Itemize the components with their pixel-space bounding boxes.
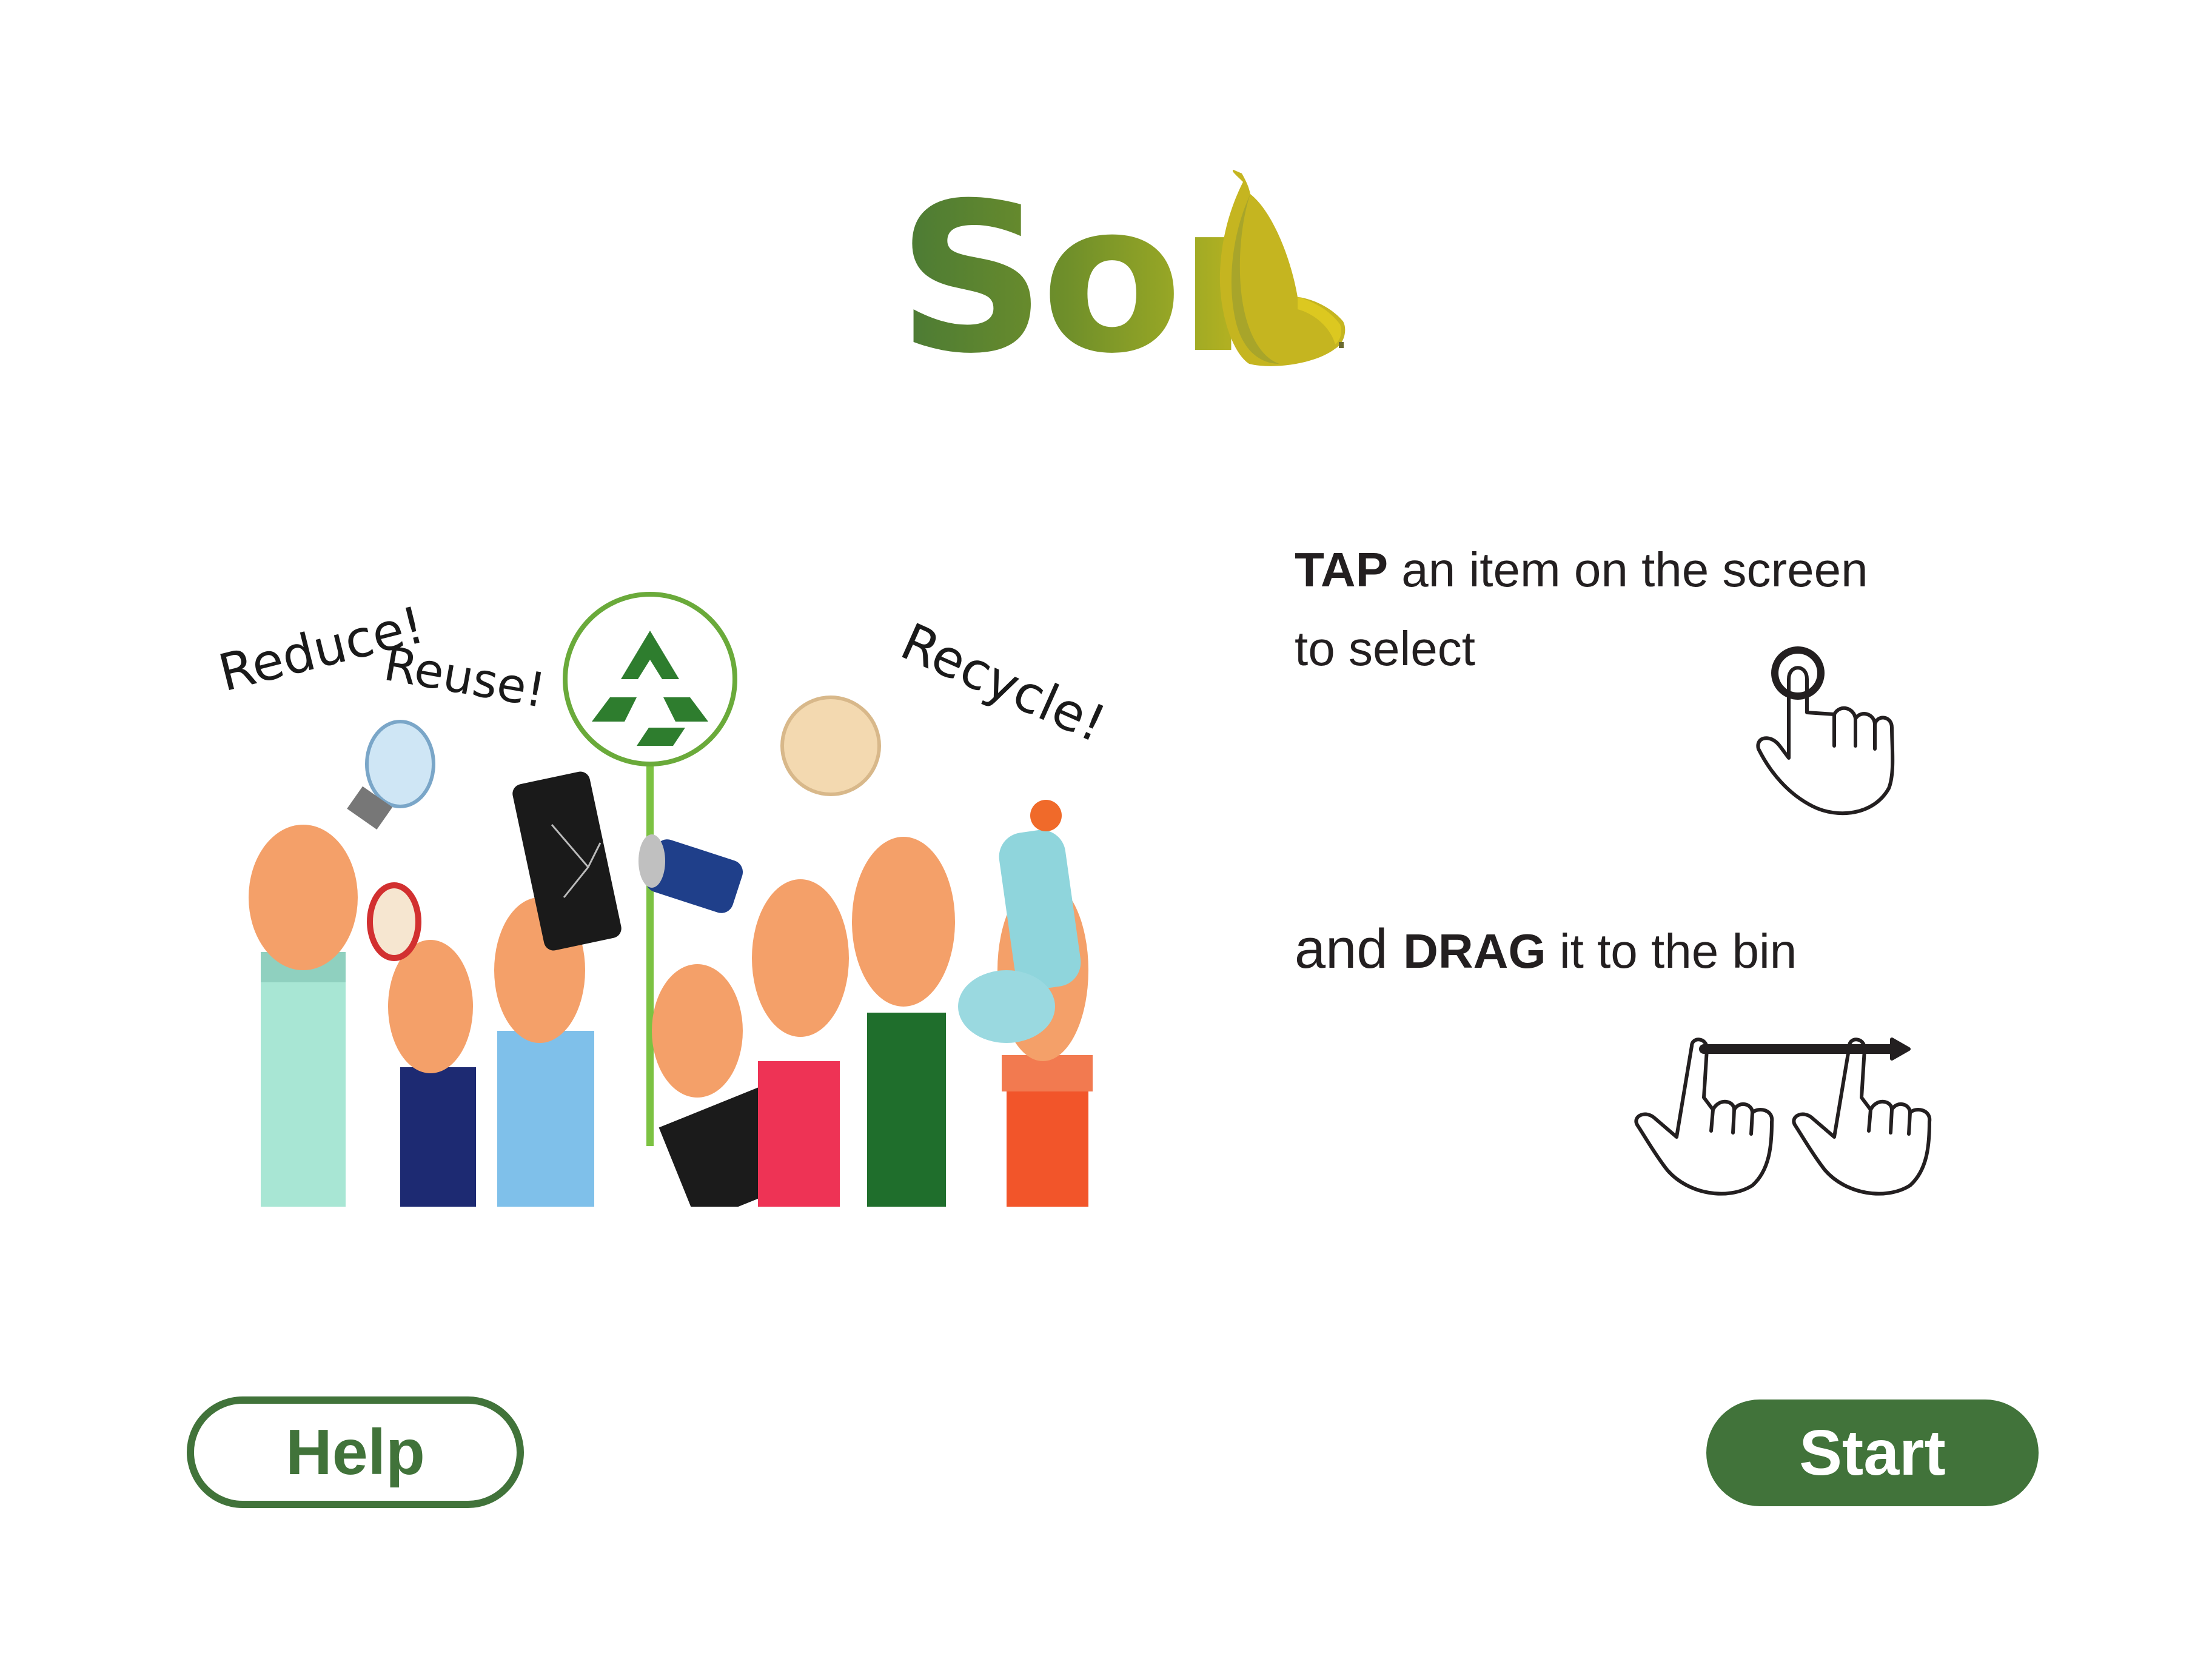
- tap-instruction-line2: to select: [1295, 622, 1475, 675]
- sleeve-red: [758, 1061, 840, 1207]
- sleeve-blue: [497, 1031, 594, 1207]
- sleeve-mint: [261, 976, 346, 1207]
- sleeve-green: [867, 1013, 946, 1207]
- drag-keyword: DRAG: [1403, 924, 1546, 978]
- can-item: [638, 834, 743, 913]
- tap-gesture-icon: [1756, 646, 1895, 816]
- recycle-label: Recycle!: [893, 612, 1114, 754]
- drag-gesture-icon: [1634, 1038, 1932, 1196]
- drag-and-text: and: [1295, 918, 1404, 980]
- help-button[interactable]: Help: [187, 1396, 524, 1508]
- sleeve-orange: [1007, 1079, 1088, 1207]
- reuse-label: Reuse!: [380, 637, 550, 719]
- drag-instruction-rest: it to the bin: [1546, 924, 1797, 978]
- apple-core-item: [367, 882, 421, 961]
- paper-ball-item: [780, 696, 881, 796]
- tap-instruction-rest: an item on the screen: [1388, 543, 1868, 597]
- tap-instruction: TAP an item on the screen: [1295, 537, 1868, 603]
- start-button[interactable]: Start: [1706, 1400, 2039, 1506]
- drag-instruction: and DRAG it to the bin: [1295, 913, 1797, 988]
- tap-keyword: TAP: [1295, 543, 1389, 597]
- light-bulb-item: [347, 720, 435, 830]
- app-logo: Sor: [897, 164, 1358, 394]
- recycling-illustration: Reduce! Reuse! Recycle!: [213, 592, 1114, 1207]
- sleeve-navy: [400, 1067, 476, 1207]
- banana-icon: [1219, 170, 1346, 366]
